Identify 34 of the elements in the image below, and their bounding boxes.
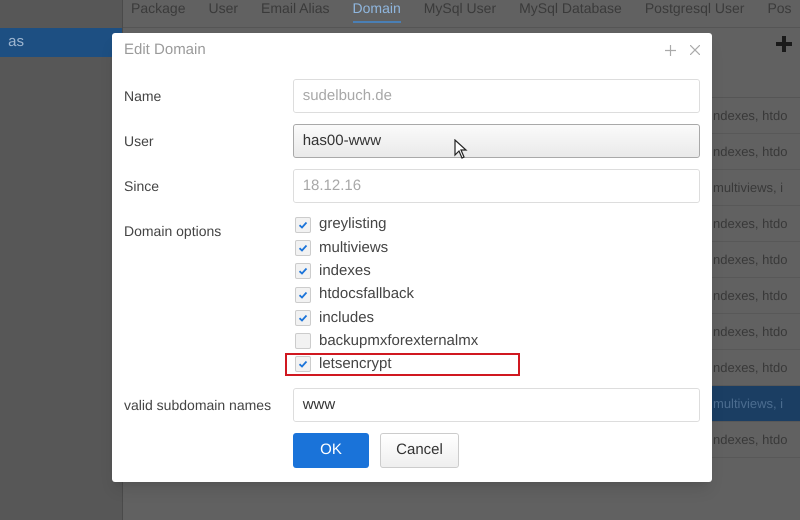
user-select[interactable]: has00-www [292,124,700,158]
checkbox[interactable] [295,240,311,256]
tab[interactable]: Domain [352,0,401,23]
checkmark-icon [298,359,308,370]
field-label: Name [124,86,162,106]
checkmark-icon [298,242,308,253]
checkbox-label: letsencrypt [319,354,392,374]
checkmark-icon [298,220,308,230]
checkbox-label: includes [319,308,374,328]
text-field[interactable]: www [292,388,700,422]
cancel-button[interactable]: Cancel [380,433,459,468]
plus-icon[interactable] [774,34,794,54]
sidebar-item[interactable]: as [0,28,122,57]
ok-button[interactable]: OK [293,433,369,468]
checkbox-label: htdocsfallback [319,284,414,304]
checkmark-icon [298,312,308,323]
checkbox[interactable] [295,333,311,350]
checkbox[interactable] [295,356,311,372]
checkmark-icon [298,266,308,276]
field-label: Since [124,176,160,196]
checkbox[interactable] [295,286,311,303]
checkbox[interactable] [295,263,311,280]
field-label: Domain options [124,222,222,241]
checkbox-label: backupmxforexternalmx [319,330,478,351]
checkbox-label: multiviews [319,238,388,258]
checkbox-label: greylisting [319,214,387,234]
field-label: User [124,132,155,150]
checkbox-label: indexes [319,261,371,281]
field-label: valid subdomain names [124,396,272,415]
dialog-title: Edit Domain [124,40,206,60]
checkmark-icon [298,290,308,300]
checkbox[interactable] [295,216,311,233]
mouse-pointer-icon [454,139,468,159]
checkbox[interactable] [295,310,311,326]
